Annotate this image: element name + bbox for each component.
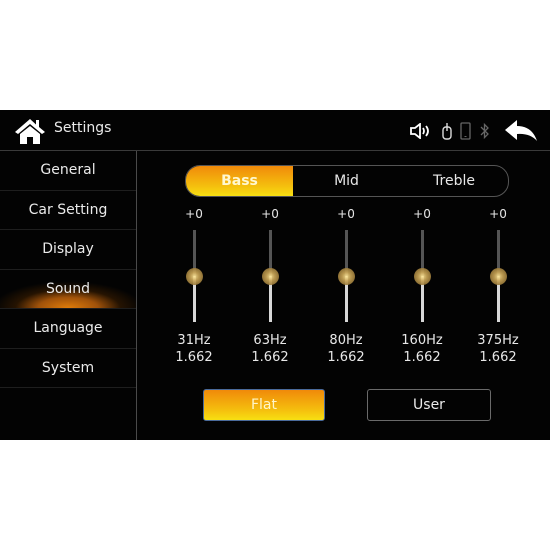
gain-value: +0: [337, 207, 355, 221]
eq-slider[interactable]: [261, 230, 279, 322]
home-icon[interactable]: [14, 117, 46, 145]
status-icons: [410, 118, 538, 144]
q-value: 1.662: [175, 350, 213, 365]
sidebar-item-display[interactable]: Display: [0, 230, 136, 270]
q-value: 1.662: [251, 350, 289, 365]
q-value: 1.662: [479, 350, 517, 365]
eq-band: +0 375Hz 1.662: [468, 206, 528, 366]
sidebar-item-language[interactable]: Language: [0, 309, 136, 349]
slider-knob[interactable]: [413, 268, 431, 285]
frequency-label: 160Hz: [401, 333, 443, 348]
eq-slider[interactable]: [185, 230, 203, 322]
slider-knob[interactable]: [185, 268, 203, 285]
tab-mid[interactable]: Mid: [293, 166, 400, 196]
slider-knob[interactable]: [261, 268, 279, 285]
eq-band: +0 63Hz 1.662: [240, 206, 300, 366]
eq-band: +0 80Hz 1.662: [316, 206, 376, 366]
eq-slider[interactable]: [489, 230, 507, 322]
gain-value: +0: [489, 207, 507, 221]
frequency-label: 63Hz: [253, 333, 287, 348]
eq-band: +0 160Hz 1.662: [392, 206, 452, 366]
sidebar-item-system[interactable]: System: [0, 349, 136, 388]
q-value: 1.662: [403, 350, 441, 365]
speaker-icon[interactable]: [410, 123, 434, 139]
slider-knob[interactable]: [337, 268, 355, 285]
page-title: Settings: [54, 120, 112, 136]
sidebar: General Car Setting Display Sound Langua…: [0, 151, 137, 440]
header-bar: Settings: [0, 110, 550, 151]
gain-value: +0: [261, 207, 279, 221]
user-preset-button[interactable]: User: [367, 389, 491, 421]
frequency-label: 80Hz: [329, 333, 363, 348]
sidebar-item-sound[interactable]: Sound: [0, 269, 136, 309]
tab-bass[interactable]: Bass: [186, 166, 293, 196]
gain-value: +0: [185, 207, 203, 221]
frequency-label: 31Hz: [177, 333, 211, 348]
back-arrow-icon[interactable]: [504, 119, 538, 143]
tab-treble[interactable]: Treble: [400, 166, 508, 196]
settings-screen: Settings General Car Setting Display Sou…: [0, 110, 550, 440]
eq-slider[interactable]: [413, 230, 431, 322]
phone-icon: [460, 122, 471, 140]
flat-preset-button[interactable]: Flat: [203, 389, 325, 421]
sidebar-item-general[interactable]: General: [0, 151, 136, 191]
eq-slider[interactable]: [337, 230, 355, 322]
frequency-label: 375Hz: [477, 333, 519, 348]
band-tabs: Bass Mid Treble: [185, 165, 509, 197]
gain-value: +0: [413, 207, 431, 221]
eq-band: +0 31Hz 1.662: [164, 206, 224, 366]
bluetooth-icon: [480, 122, 489, 140]
usb-icon: [442, 123, 452, 140]
sidebar-item-car-setting[interactable]: Car Setting: [0, 191, 136, 230]
q-value: 1.662: [327, 350, 365, 365]
slider-knob[interactable]: [489, 268, 507, 285]
